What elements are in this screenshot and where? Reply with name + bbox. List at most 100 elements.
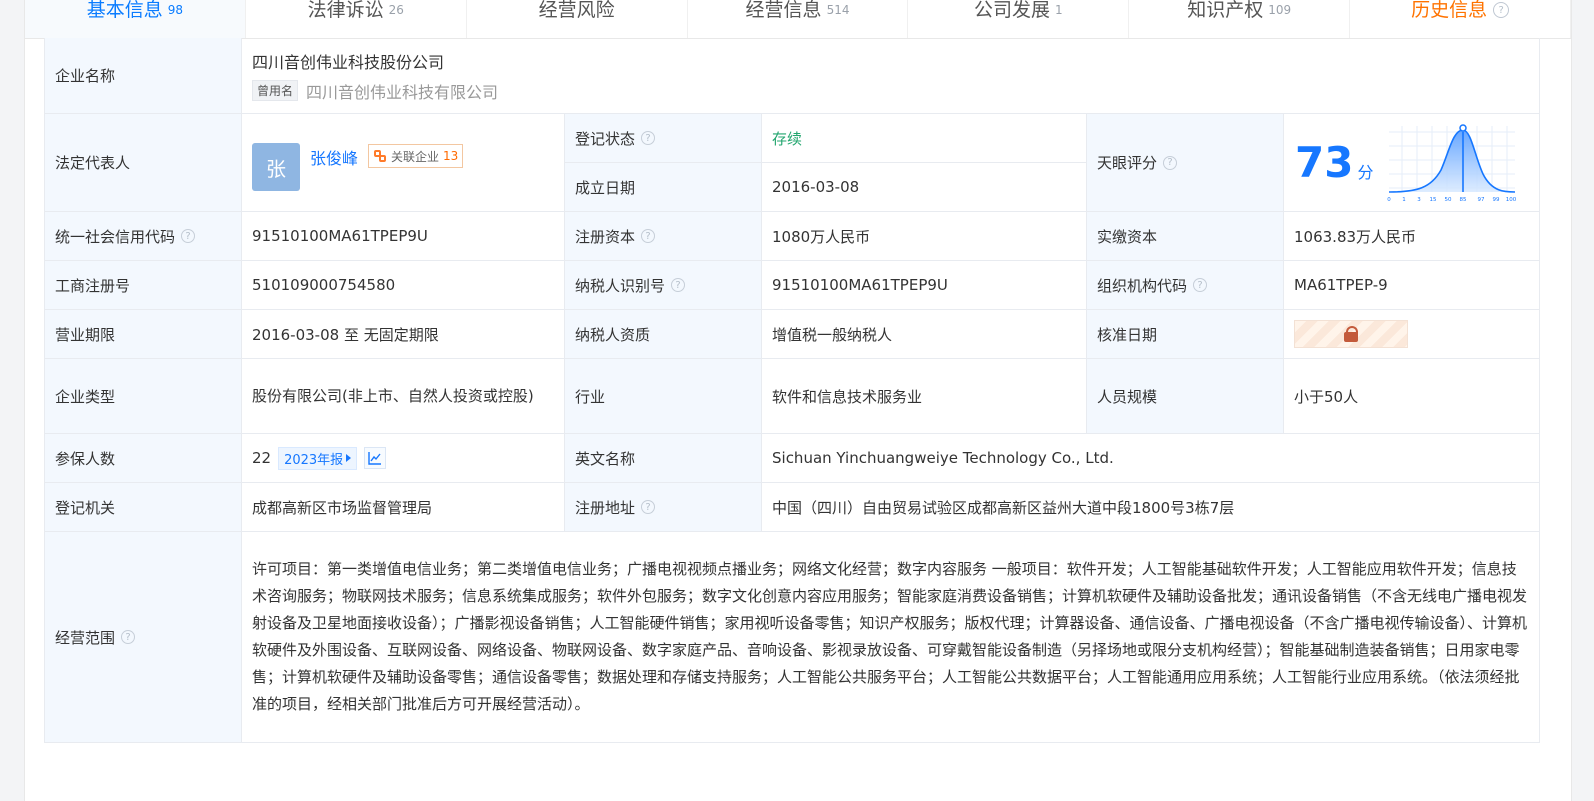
lock-icon xyxy=(1343,326,1359,342)
scope-label: 经营范围 ? xyxy=(45,532,242,742)
chart-tick: 99 xyxy=(1493,197,1500,203)
tab-risk[interactable]: 经营风险 xyxy=(467,0,688,38)
scope-label-text: 经营范围 xyxy=(55,628,116,647)
help-icon[interactable]: ? xyxy=(1193,278,1208,292)
former-name-tag: 曾用名 xyxy=(252,80,299,101)
help-icon[interactable]: ? xyxy=(1163,155,1178,170)
english-label: 英文名称 xyxy=(565,434,762,482)
tab-label: 法律诉讼 xyxy=(307,0,384,21)
staff-value: 小于50人 xyxy=(1284,359,1540,433)
registration-row: 工商注册号 510109000754580 纳税人识别号 ? 91510100M… xyxy=(45,261,1540,310)
status-column: 登记状态 ? 存续 成立日期 2016-03-08 xyxy=(565,114,1087,211)
score-value: 73 xyxy=(1295,137,1354,187)
help-icon[interactable]: ? xyxy=(121,630,136,644)
company-info-panel: 基本信息 98 法律诉讼 26 经营风险 经营信息 514 公司发展 1 知识产… xyxy=(24,0,1572,801)
scope-value: 许可项目：第一类增值电信业务；第二类增值电信业务；广播电视视频点播业务；网络文化… xyxy=(242,532,1540,742)
authority-value: 成都高新区市场监督管理局 xyxy=(242,483,565,531)
score-box: 73 分 0 1 3 15 50 85 97 99 100 xyxy=(1284,114,1539,211)
tab-count: 109 xyxy=(1268,3,1292,17)
tab-count: 514 xyxy=(826,3,850,17)
chart-tick: 100 xyxy=(1506,197,1517,203)
tab-label: 经营风险 xyxy=(538,0,615,21)
basic-info-table: 企业名称 四川音创伟业科技股份公司 曾用名 四川音创伟业科技有限公司 法定代表人… xyxy=(44,38,1540,743)
authority-label: 登记机关 xyxy=(45,483,242,531)
company-name-row: 企业名称 四川音创伟业科技股份公司 曾用名 四川音创伟业科技有限公司 xyxy=(45,38,1540,114)
register-status-value: 存续 xyxy=(772,129,803,148)
help-icon[interactable]: ? xyxy=(671,278,686,292)
tab-ip[interactable]: 知识产权 109 xyxy=(1129,0,1351,38)
address-label: 注册地址 ? xyxy=(565,483,762,531)
avatar: 张 xyxy=(252,143,300,191)
score-unit: 分 xyxy=(1357,162,1374,182)
type-value: 股份有限公司(非上市、自然人投资或控股) xyxy=(242,359,565,433)
reg-value: 510109000754580 xyxy=(242,261,565,309)
legal-row: 法定代表人 张 张俊峰 关联企业 13 登记状态 ? 存续 成立日期 2016-… xyxy=(45,114,1540,212)
staff-label: 人员规模 xyxy=(1087,359,1284,433)
tab-label: 知识产权 xyxy=(1187,0,1264,21)
credit-value: 91510100MA61TPEP9U xyxy=(242,212,565,260)
tax-label-text: 纳税人识别号 xyxy=(575,276,666,295)
insured-label: 参保人数 xyxy=(45,434,242,482)
tab-count: 26 xyxy=(388,3,404,17)
legal-person-cell: 张 张俊峰 关联企业 13 xyxy=(242,114,565,211)
insured-row: 参保人数 22 2023年报 英文名称 Sichuan Yinchuangwei… xyxy=(45,434,1540,483)
approve-lock-cell xyxy=(1284,310,1540,358)
chart-button[interactable] xyxy=(364,447,387,469)
tab-legal[interactable]: 法律诉讼 26 xyxy=(246,0,467,38)
type-label: 企业类型 xyxy=(45,359,242,433)
help-icon[interactable]: ? xyxy=(181,229,196,243)
company-name-cell: 四川音创伟业科技股份公司 曾用名 四川音创伟业科技有限公司 xyxy=(242,38,1540,113)
approve-label: 核准日期 xyxy=(1087,310,1284,358)
tab-label: 历史信息 xyxy=(1411,0,1488,21)
founded-value: 2016-03-08 xyxy=(762,163,1087,211)
help-icon[interactable]: ? xyxy=(641,229,656,243)
tax-qual-value: 增值税一般纳税人 xyxy=(762,310,1087,358)
locked-field[interactable] xyxy=(1294,320,1408,348)
tab-development[interactable]: 公司发展 1 xyxy=(908,0,1130,38)
help-icon[interactable]: ? xyxy=(641,131,656,145)
related-label: 关联企业 xyxy=(391,149,440,164)
address-value: 中国（四川）自由贸易试验区成都高新区益州大道中段1800号3栋7层 xyxy=(762,483,1540,531)
register-status-value-cell: 存续 xyxy=(762,114,1087,162)
help-icon[interactable]: ? xyxy=(641,500,656,514)
tab-label: 经营信息 xyxy=(745,0,822,21)
founded-label: 成立日期 xyxy=(565,163,762,211)
register-status-label: 登记状态 ? xyxy=(565,114,762,162)
tab-count: 1 xyxy=(1055,3,1063,17)
tab-label: 基本信息 xyxy=(86,0,163,21)
tax-qual-label: 纳税人资质 xyxy=(565,310,762,358)
term-row: 营业期限 2016-03-08 至 无固定期限 纳税人资质 增值税一般纳税人 核… xyxy=(45,310,1540,359)
company-name: 四川音创伟业科技股份公司 xyxy=(252,52,445,72)
org-label-text: 组织机构代码 xyxy=(1097,276,1188,295)
chart-tick: 3 xyxy=(1418,197,1422,203)
chart-tick: 50 xyxy=(1445,197,1452,203)
credit-row: 统一社会信用代码 ? 91510100MA61TPEP9U 注册资本 ? 108… xyxy=(45,212,1540,261)
related-company-button[interactable]: 关联企业 13 xyxy=(368,144,464,168)
register-status-text: 登记状态 xyxy=(575,129,636,148)
insured-cell: 22 2023年报 xyxy=(242,434,565,482)
former-name-value: 四川音创伟业科技有限公司 xyxy=(306,82,499,102)
score-distribution-chart: 0 1 3 15 50 85 97 99 100 xyxy=(1388,123,1517,203)
tab-count: 98 xyxy=(167,3,184,17)
org-value: MA61TPEP-9 xyxy=(1284,261,1540,309)
legal-person-link[interactable]: 张俊峰 xyxy=(310,145,358,169)
chart-tick: 1 xyxy=(1403,197,1407,203)
tab-business[interactable]: 经营信息 514 xyxy=(688,0,909,38)
score-label: 天眼评分 ? xyxy=(1087,114,1284,211)
help-icon[interactable]: ? xyxy=(1493,2,1510,18)
tab-basic-info[interactable]: 基本信息 98 xyxy=(25,0,246,38)
capital-value: 1080万人民币 xyxy=(762,212,1087,260)
former-name: 曾用名 四川音创伟业科技有限公司 xyxy=(252,79,498,103)
tab-history[interactable]: 历史信息 ? xyxy=(1350,0,1572,38)
term-label: 营业期限 xyxy=(45,310,242,358)
legal-person-wrap: 张 张俊峰 关联企业 13 xyxy=(252,129,464,191)
industry-value: 软件和信息技术服务业 xyxy=(762,359,1087,433)
annual-report-button[interactable]: 2023年报 xyxy=(278,446,358,470)
reg-label: 工商注册号 xyxy=(45,261,242,309)
credit-label: 统一社会信用代码 ? xyxy=(45,212,242,260)
chart-tick: 15 xyxy=(1430,197,1437,203)
authority-row: 登记机关 成都高新区市场监督管理局 注册地址 ? 中国（四川）自由贸易试验区成都… xyxy=(45,483,1540,532)
industry-label: 行业 xyxy=(565,359,762,433)
founded-row: 成立日期 2016-03-08 xyxy=(565,163,1087,211)
tax-label: 纳税人识别号 ? xyxy=(565,261,762,309)
